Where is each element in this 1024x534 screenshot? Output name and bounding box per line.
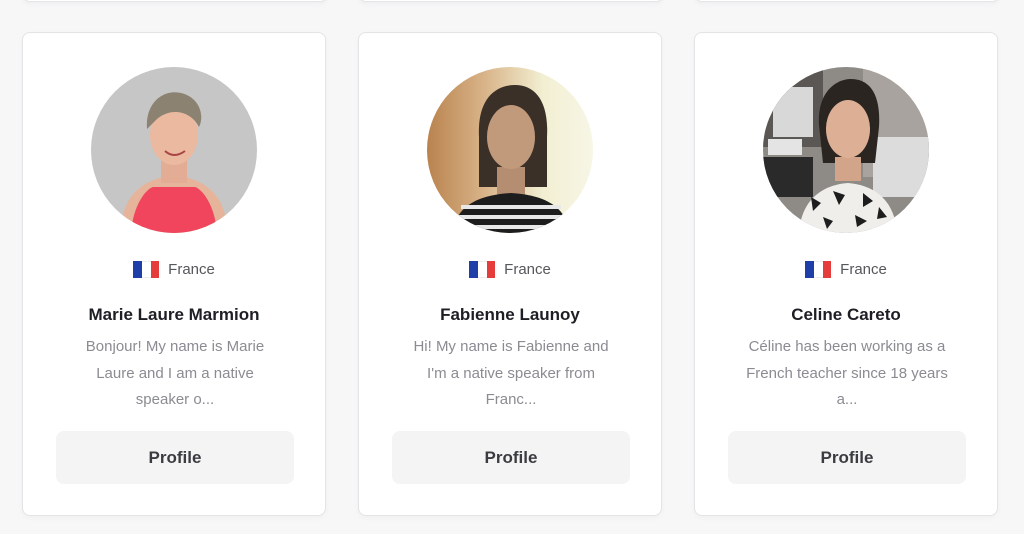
bio-line: Céline has been working as a bbox=[748, 338, 946, 355]
bio-line: I'm a native speaker from bbox=[427, 364, 595, 382]
teacher-name: Fabienne Launoy bbox=[440, 305, 580, 324]
previous-row-card bbox=[694, 0, 1000, 2]
previous-row-card bbox=[358, 0, 664, 2]
teacher-grid: France Marie Laure Marmion Bonjour! My n… bbox=[0, 0, 1024, 534]
bio-line: a... bbox=[836, 391, 858, 408]
france-flag-icon bbox=[469, 261, 496, 278]
teacher-name: Celine Careto bbox=[791, 305, 901, 324]
france-flag-icon bbox=[133, 261, 160, 278]
teacher-card[interactable]: France Marie Laure Marmion Bonjour! My n… bbox=[22, 32, 326, 516]
bio-line: French teacher since 18 years bbox=[746, 364, 948, 382]
bio-line: Hi! My name is Fabienne and bbox=[413, 338, 609, 355]
teacher-avatar[interactable] bbox=[427, 67, 593, 233]
profile-button[interactable]: Profile bbox=[392, 431, 630, 484]
bio-line: speaker o... bbox=[135, 391, 215, 408]
teacher-photo bbox=[763, 67, 929, 233]
teacher-bio: Hi! My name is Fabienne and I'm a native… bbox=[399, 334, 623, 414]
teacher-avatar[interactable] bbox=[763, 67, 929, 233]
teacher-name: Marie Laure Marmion bbox=[88, 305, 260, 324]
teacher-bio: Bonjour! My name is Marie Laure and I am… bbox=[63, 334, 287, 414]
country-label: France bbox=[504, 261, 551, 278]
teacher-photo bbox=[91, 67, 257, 233]
bio-line: Bonjour! My name is Marie bbox=[85, 338, 265, 355]
teacher-bio: Céline has been working as a French teac… bbox=[735, 334, 959, 414]
teacher-avatar[interactable] bbox=[91, 67, 257, 233]
france-flag-icon bbox=[805, 261, 832, 278]
country-row: France bbox=[23, 261, 325, 278]
teacher-card[interactable]: France Fabienne Launoy Hi! My name is Fa… bbox=[358, 32, 662, 516]
previous-row-card bbox=[22, 0, 328, 2]
country-row: France bbox=[359, 261, 661, 278]
teacher-card[interactable]: France Celine Careto Céline has been wor… bbox=[694, 32, 998, 516]
country-label: France bbox=[840, 261, 887, 278]
profile-button[interactable]: Profile bbox=[728, 431, 966, 484]
bio-line: Laure and I am a native bbox=[96, 364, 254, 382]
teacher-photo bbox=[427, 67, 593, 233]
country-row: France bbox=[695, 261, 997, 278]
bio-line: Franc... bbox=[485, 391, 537, 408]
profile-button[interactable]: Profile bbox=[56, 431, 294, 484]
country-label: France bbox=[168, 261, 215, 278]
